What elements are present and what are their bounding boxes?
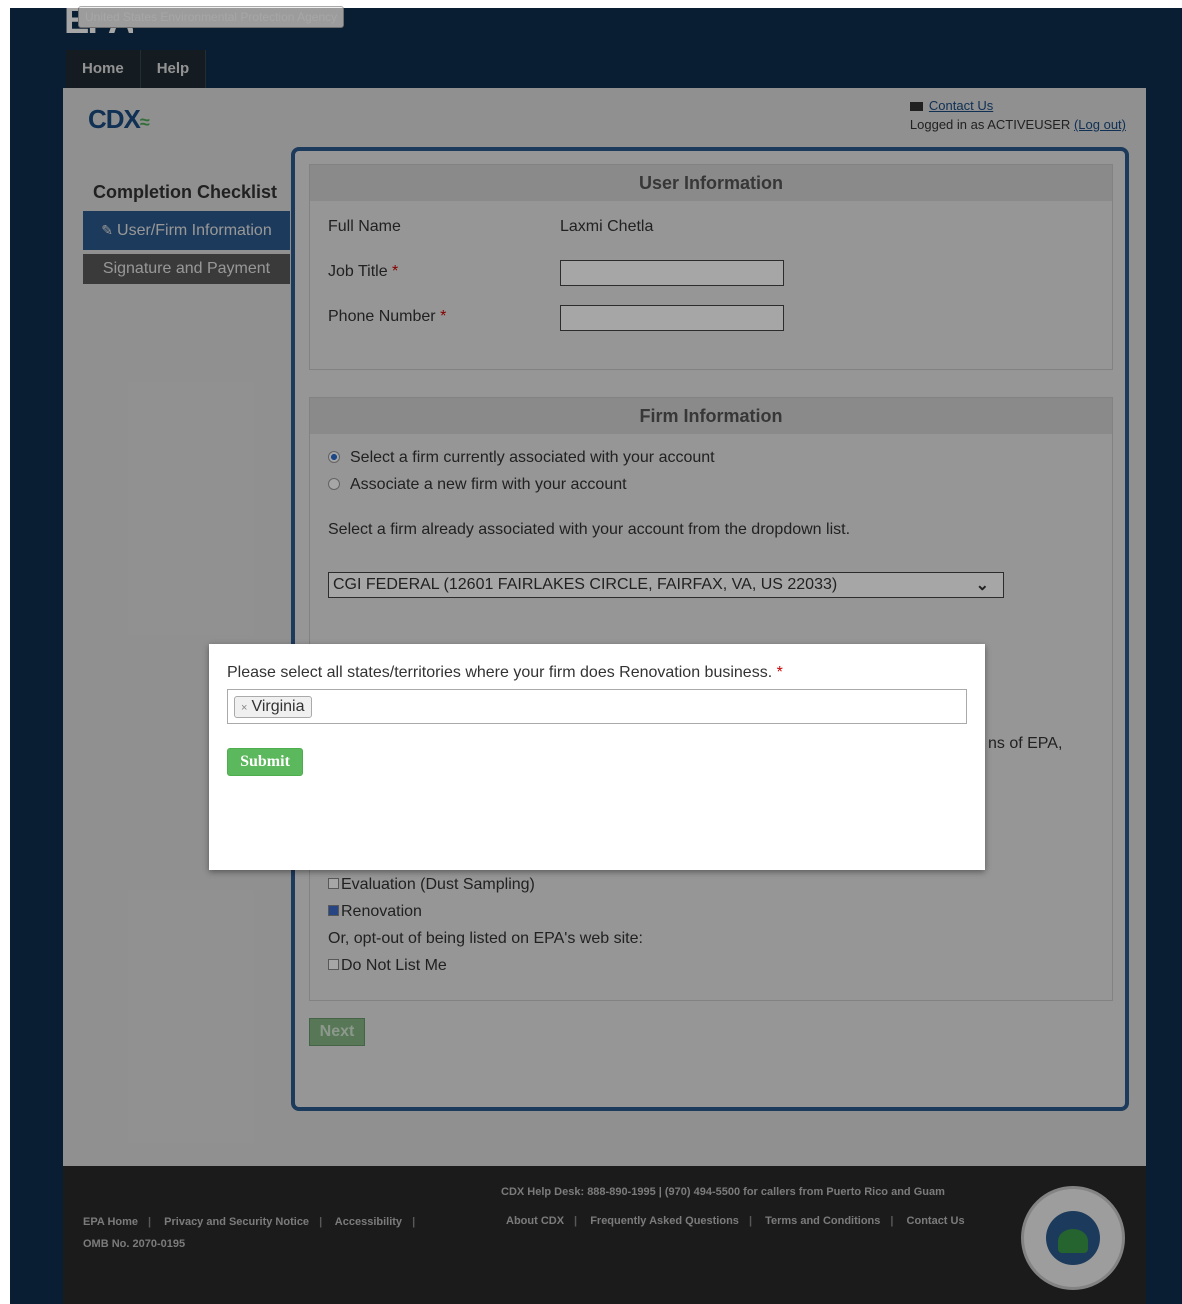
remove-tag-icon[interactable]: × <box>241 702 247 714</box>
state-tag-label: Virginia <box>251 698 305 715</box>
states-question: Please select all states/territories whe… <box>227 664 783 681</box>
states-multiselect[interactable]: × Virginia <box>227 689 967 724</box>
submit-button[interactable]: Submit <box>227 748 303 776</box>
states-modal: Please select all states/territories whe… <box>209 644 985 870</box>
required-mark: * <box>776 664 783 681</box>
state-tag: × Virginia <box>234 696 312 718</box>
